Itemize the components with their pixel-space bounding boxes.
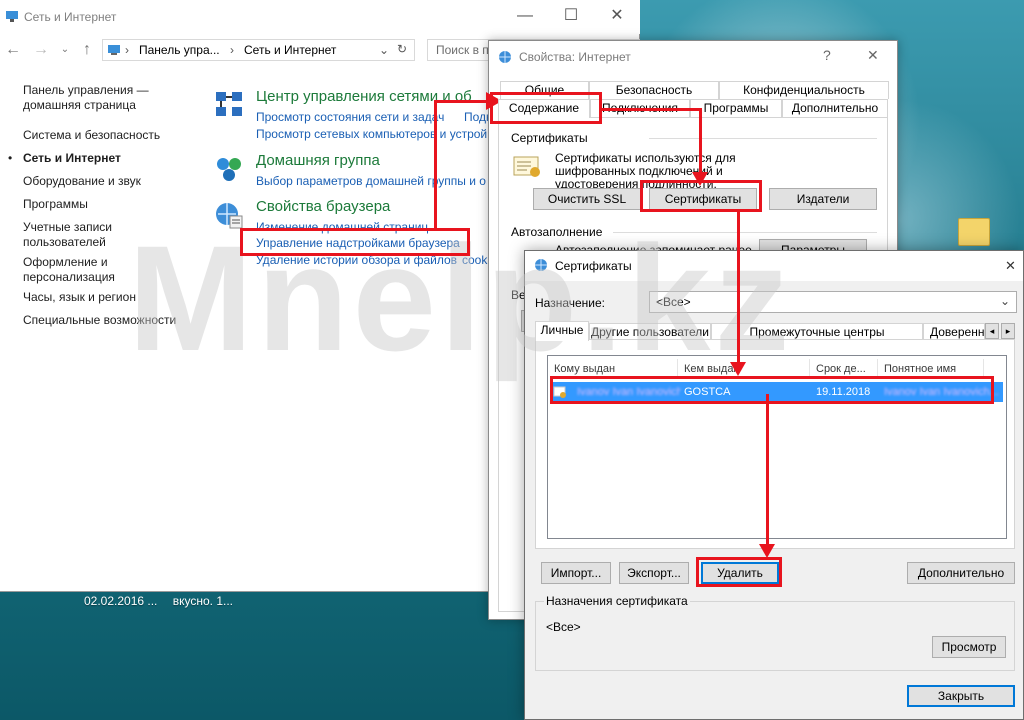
breadcrumb-network[interactable]: Сеть и Интернет [244, 43, 336, 57]
dialog-title: Сертификаты [555, 259, 632, 273]
maximize-button[interactable]: ☐ [548, 4, 594, 30]
chevron-down-icon: ⌄ [999, 294, 1010, 308]
desktop-caption-date: 02.02.2016 ... [84, 594, 158, 608]
annotation-line [602, 108, 702, 111]
address-dropdown-icon[interactable]: ⌄ [379, 43, 389, 57]
annotation-arrow-icon [759, 544, 775, 558]
address-bar[interactable]: › Панель упра... › Сеть и Интернет ⌄ ↻ [102, 39, 415, 61]
tab-programs[interactable]: Программы [690, 99, 782, 117]
annotation-line [699, 108, 702, 172]
link-network-computers[interactable]: Просмотр сетевых компьютеров и устрой [256, 127, 487, 141]
purposes-group: Назначения сертификата <Все> Просмотр [535, 594, 1015, 671]
autocomplete-group-label: Автозаполнение [511, 225, 603, 239]
internet-options-icon [499, 51, 511, 63]
link-network-status[interactable]: Просмотр состояния сети и задач [256, 110, 444, 124]
tab-security[interactable]: Безопасность [589, 81, 719, 99]
purpose-value: <Все> [656, 295, 691, 309]
desktop-folder-icon[interactable] [958, 218, 990, 246]
annotation-box-certificate-row [550, 376, 994, 404]
purposes-value: <Все> [546, 620, 581, 634]
control-panel-titlebar: Сеть и Интернет — ☐ ✕ [0, 0, 640, 34]
nav-item-user-accounts[interactable]: Учетные записи пользователей [23, 220, 193, 250]
annotation-line [766, 394, 769, 544]
back-arrow-icon[interactable]: ← [4, 41, 22, 59]
nav-item-clock-region[interactable]: Часы, язык и регион [23, 290, 193, 305]
homegroup-icon [217, 158, 241, 181]
control-panel-icon [108, 45, 120, 55]
annotation-line [737, 212, 740, 362]
link-homegroup-settings[interactable]: Выбор параметров домашней группы и о [256, 174, 486, 188]
annotation-line [434, 100, 486, 103]
internet-options-icon [535, 259, 547, 271]
tab-content[interactable]: Содержание [498, 99, 590, 118]
recent-chevron-icon[interactable]: ⌄ [56, 41, 74, 59]
close-button[interactable]: ✕ [1005, 258, 1016, 274]
nav-item-network[interactable]: Сеть и Интернет [23, 151, 193, 166]
certificates-group-label: Сертификаты [511, 131, 588, 145]
purpose-label: Назначение: [535, 296, 606, 310]
close-button[interactable]: ✕ [867, 47, 879, 64]
tab-scroll-left-icon[interactable]: ◂ [985, 323, 999, 339]
certificates-titlebar: Сертификаты ✕ [525, 251, 1023, 281]
up-arrow-icon[interactable]: ↑ [78, 41, 96, 59]
tab-privacy[interactable]: Конфиденциальность [719, 81, 889, 99]
nav-item-home[interactable]: Панель управления — домашняя страница [23, 83, 193, 113]
clear-ssl-button[interactable]: Очистить SSL [533, 188, 641, 210]
annotation-arrow-icon [730, 362, 746, 376]
nav-item-system-security[interactable]: Система и безопасность [23, 128, 193, 143]
publishers-button[interactable]: Издатели [769, 188, 877, 210]
close-button[interactable]: ✕ [594, 4, 640, 30]
nav-item-hardware-sound[interactable]: Оборудование и звук [23, 174, 193, 189]
nav-item-accessibility[interactable]: Специальные возможности [23, 313, 193, 328]
annotation-box-manage-addons [240, 228, 470, 256]
annotation-box-delete-button [696, 557, 782, 587]
minimize-button[interactable]: — [502, 4, 548, 30]
desktop-caption: 02.02.2016 ... вкусно. 1... [84, 594, 233, 608]
purposes-group-label: Назначения сертификата [544, 594, 690, 608]
breadcrumb-control-panel[interactable]: Панель упра... [139, 43, 220, 57]
view-button[interactable]: Просмотр [932, 636, 1006, 658]
network-center-icon [216, 92, 242, 116]
section-heading[interactable]: Домашняя группа [256, 152, 380, 169]
nav-item-programs[interactable]: Программы [23, 197, 193, 212]
tab-personal[interactable]: Личные [535, 321, 589, 341]
advanced-button[interactable]: Дополнительно [907, 562, 1015, 584]
certificates-dialog: Сертификаты ✕ Назначение: <Все> ⌄ Личные… [524, 250, 1024, 720]
browser-properties-icon [216, 203, 243, 229]
nav-item-personalization[interactable]: Оформление и персонализация [23, 255, 193, 285]
section-heading[interactable]: Свойства браузера [256, 198, 390, 215]
close-dialog-button[interactable]: Закрыть [907, 685, 1015, 707]
window-title: Сеть и Интернет [24, 10, 117, 24]
breadcrumb-separator-icon: › [230, 43, 234, 57]
purpose-select[interactable]: <Все> ⌄ [649, 291, 1017, 313]
tab-advanced[interactable]: Дополнительно [782, 99, 888, 117]
network-icon [6, 11, 18, 22]
desktop-caption-name: вкусно. 1... [172, 594, 234, 608]
annotation-box-certificates-button [640, 180, 762, 212]
forward-arrow-icon[interactable]: → [32, 41, 50, 59]
annotation-line [434, 100, 437, 228]
tab-scroll-right-icon[interactable]: ▸ [1001, 323, 1015, 339]
breadcrumb-separator-icon: › [125, 43, 129, 57]
active-bullet-icon: • [8, 151, 13, 165]
certificate-icon [513, 156, 540, 177]
export-button[interactable]: Экспорт... [619, 562, 689, 584]
dialog-title: Свойства: Интернет [519, 50, 631, 64]
help-button[interactable]: ? [823, 47, 831, 63]
import-button[interactable]: Импорт... [541, 562, 611, 584]
refresh-icon[interactable]: ↻ [397, 42, 407, 56]
